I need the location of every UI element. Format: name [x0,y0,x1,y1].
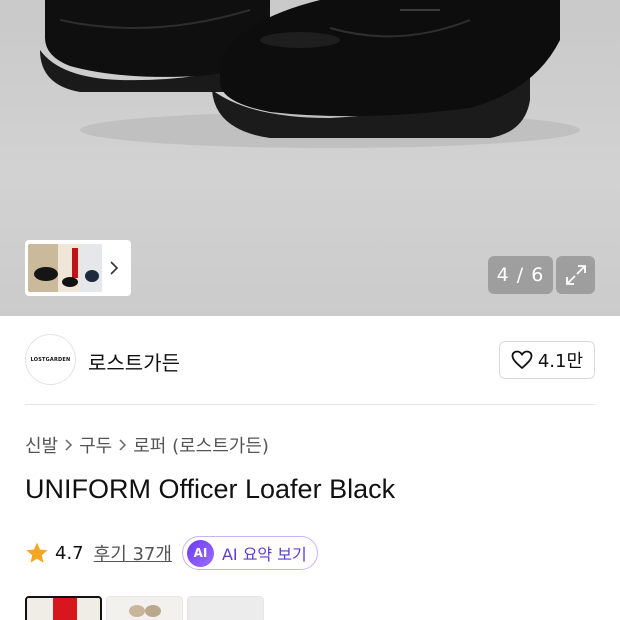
image-counter: 4 / 6 [488,256,553,294]
rating-score: 4.7 [55,542,84,564]
brand-logo[interactable]: LOSTGARDEN [25,334,76,385]
swatch-photo [27,598,100,620]
chevron-right-icon [118,436,127,455]
breadcrumb-item-dress-shoes[interactable]: 구두 [79,432,112,458]
ai-badge-icon: AI [186,539,214,567]
reviews-link[interactable]: 후기 37개 [94,540,172,566]
breadcrumb: 신발 구두 로퍼 (로스트가든) [25,432,269,458]
expand-icon [565,265,586,285]
like-count: 4.1만 [537,351,583,372]
brand-name[interactable]: 로스트가든 [88,347,180,376]
ai-summary-button[interactable]: AI AI 요약 보기 [181,536,318,570]
product-title: UNIFORM Officer Loafer Black [25,474,396,504]
thumbnail-image[interactable] [28,244,102,292]
thumbnail-photo [28,244,102,292]
thumbnail-strip[interactable] [25,240,131,296]
breadcrumb-item-shoes[interactable]: 신발 [25,432,58,458]
ai-summary-label: AI 요약 보기 [221,545,307,564]
swatch-option[interactable] [187,596,264,620]
swatch-photo [107,597,182,620]
breadcrumb-item-loafer[interactable]: 로퍼 (로스트가든) [133,432,269,458]
chevron-right-icon [64,436,73,455]
brand-row: LOSTGARDEN 로스트가든 4.1만 [25,334,595,386]
like-button[interactable]: 4.1만 [498,341,595,379]
chevron-right-icon[interactable] [102,261,126,275]
brand-logo-text: LOSTGARDEN [30,356,71,363]
product-image-gallery[interactable]: 4 / 6 [0,0,620,316]
swatch-photo [188,597,263,620]
heart-icon [511,350,533,370]
expand-button[interactable] [556,256,595,294]
swatch-option[interactable] [106,596,183,620]
swatch-option[interactable] [25,596,102,620]
rating-row: 4.7 후기 37개 AI AI 요약 보기 [25,536,318,570]
option-swatches [25,596,264,620]
divider [25,404,595,405]
star-icon [26,542,48,563]
